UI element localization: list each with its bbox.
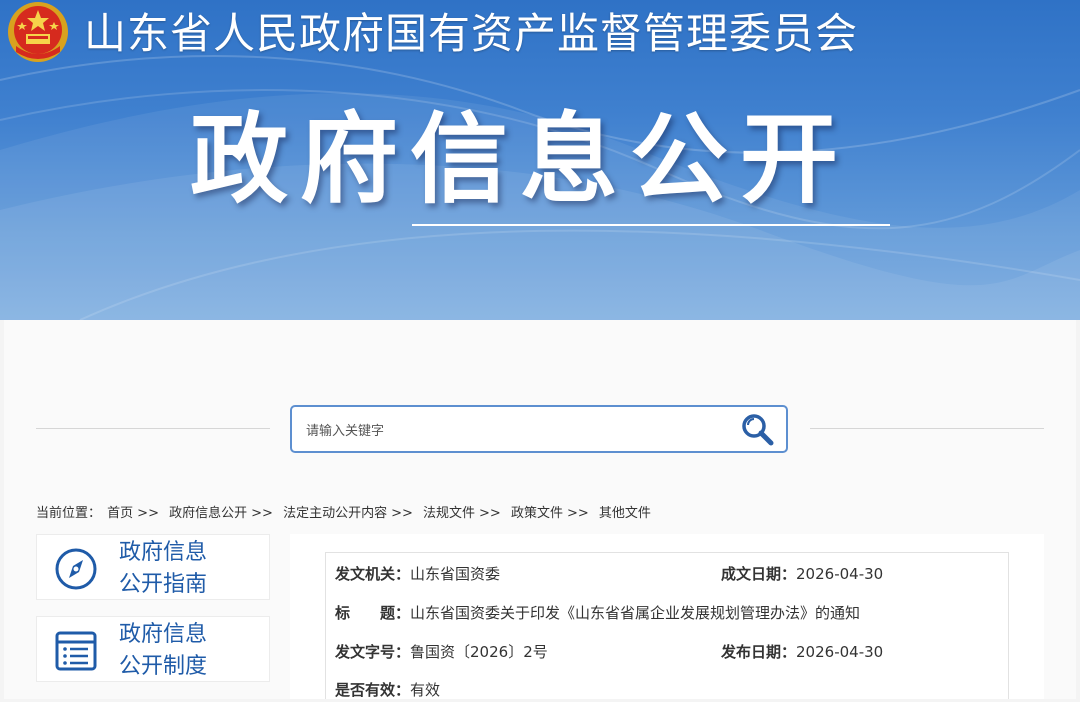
title-label: 标 题： [335, 604, 411, 622]
search-input[interactable] [304, 417, 728, 445]
breadcrumb-item-statutory-content[interactable]: 法定主动公开内容 [283, 506, 387, 521]
valid-row: 是否有效：有效 [335, 678, 440, 702]
sidebar-item-label: 政府信息 公开指南 [119, 537, 207, 601]
search-icon[interactable] [738, 411, 778, 449]
breadcrumb-item-other-docs[interactable]: 其他文件 [599, 506, 651, 521]
issuer-row: 发文机关：山东省国资委 [335, 562, 500, 586]
divider-right [810, 428, 1044, 429]
issuer-label: 发文机关： [335, 565, 411, 583]
compass-icon [55, 548, 97, 590]
valid-value: 有效 [410, 681, 441, 699]
header-banner: 山东省人民政府国有资产监督管理委员会 政府信息公开 [0, 0, 1080, 320]
title-value: 山东省国资委关于印发《山东省省属企业发展规划管理办法》的通知 [410, 604, 861, 622]
breadcrumb-item-info-disclosure[interactable]: 政府信息公开 [169, 506, 247, 521]
sidebar-item-label: 政府信息 公开制度 [119, 619, 207, 683]
search-box [290, 405, 788, 453]
divider-left [36, 428, 270, 429]
breadcrumb-item-regulations[interactable]: 法规文件 [423, 506, 475, 521]
sidebar-item-disclosure-system[interactable]: 政府信息 公开制度 [36, 616, 270, 682]
sidebar-item-label-line1: 政府信息 [119, 622, 208, 647]
date-written-label: 成文日期： [721, 565, 797, 583]
breadcrumb: 当前位置： 首页 >> 政府信息公开 >> 法定主动公开内容 >> 法规文件 >> 政策… [36, 504, 653, 524]
breadcrumb-separator: >> [566, 506, 589, 521]
breadcrumb-separator: >> [479, 506, 501, 521]
sidebar-item-label-line2: 公开制度 [119, 654, 208, 679]
site-title: 山东省人民政府国有资产监督管理委员会 [84, 9, 859, 58]
breadcrumb-prefix: 当前位置： [36, 506, 102, 521]
breadcrumb-item-home[interactable]: 首页 [107, 506, 133, 521]
breadcrumb-item-policy-docs[interactable]: 政策文件 [511, 506, 563, 521]
title-underline [412, 224, 890, 226]
publish-date-value: 2026-04-30 [796, 643, 884, 661]
sidebar-item-label-line2: 公开指南 [119, 572, 208, 597]
section-title: 政府信息公开 [190, 103, 851, 217]
sidebar-item-disclosure-guide[interactable]: 政府信息 公开指南 [36, 534, 270, 600]
breadcrumb-separator: >> [251, 506, 273, 521]
list-document-icon [55, 631, 97, 671]
publish-date-row: 发布日期：2026-04-30 [721, 640, 883, 664]
title-row: 标 题：山东省国资委关于印发《山东省省属企业发展规划管理办法》的通知 [335, 601, 860, 625]
valid-label: 是否有效： [335, 681, 411, 699]
issuer-value: 山东省国资委 [410, 565, 501, 583]
publish-date-label: 发布日期： [721, 643, 797, 661]
doc-number-value: 鲁国资〔2026〕2号 [410, 643, 548, 661]
breadcrumb-separator: >> [391, 506, 413, 521]
sidebar-item-label-line1: 政府信息 [119, 540, 208, 565]
breadcrumb-separator: >> [137, 506, 159, 521]
doc-number-row: 发文字号：鲁国资〔2026〕2号 [335, 640, 548, 664]
date-written-row: 成文日期：2026-04-30 [721, 562, 883, 586]
national-emblem-icon [8, 2, 68, 62]
date-written-value: 2026-04-30 [796, 565, 884, 583]
doc-number-label: 发文字号： [335, 643, 411, 661]
